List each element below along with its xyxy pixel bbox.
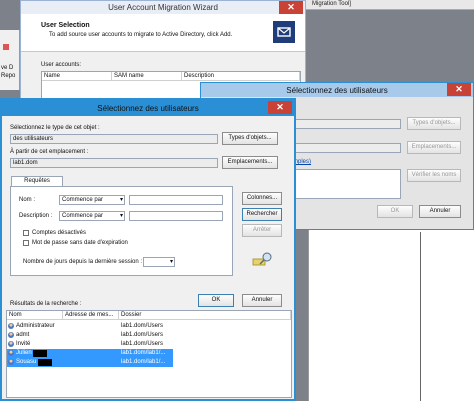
wizard-section-title: User Selection <box>41 22 90 29</box>
result-name-cell: Souasu <box>7 358 53 367</box>
result-row[interactable]: Administrateur lab1.dom/Users <box>7 322 291 331</box>
secondary-check-names-button[interactable]: Vérifier les noms <box>407 169 461 182</box>
location-label: À partir de cet emplacement : <box>10 149 89 155</box>
disabled-accounts-checkbox[interactable] <box>23 230 29 236</box>
result-name: Invité <box>16 341 31 347</box>
search-button[interactable]: Rechercher <box>242 208 282 221</box>
columns-button[interactable]: Colonnes... <box>242 192 282 205</box>
result-name-cell: admt <box>7 331 29 340</box>
result-name-cell: Invité <box>7 340 30 349</box>
result-folder: lab1.dom/Users <box>121 323 164 329</box>
close-icon: ✕ <box>287 2 295 12</box>
chevron-down-icon: ▾ <box>119 197 123 203</box>
disabled-accounts-label: Comptes désactivés <box>32 230 87 236</box>
close-icon: ✕ <box>455 84 463 94</box>
close-icon: ✕ <box>276 102 284 112</box>
background-divider-line <box>420 232 421 401</box>
user-icon <box>8 332 14 338</box>
secondary-object-type-field <box>291 119 401 129</box>
days-since-logon-label: Nombre de jours depuis la dernière sessi… <box>23 259 143 265</box>
locations-button[interactable]: Emplacements... <box>222 156 278 169</box>
select-users-dialog: Sélectionnez des utilisateurs ✕ Sélectio… <box>0 98 296 401</box>
wizard-close-button[interactable]: ✕ <box>279 1 303 14</box>
name-value-input[interactable] <box>129 195 223 205</box>
name-operator-value: Commence par <box>62 197 104 203</box>
results-list[interactable]: Nom Adresse de mes... Dossier Administra… <box>6 310 292 398</box>
result-name: Julien <box>16 350 32 356</box>
user-icon <box>8 323 14 329</box>
result-row[interactable]: admt lab1.dom/Users <box>7 331 291 340</box>
name-operator-select[interactable]: Commence par ▾ <box>59 195 125 205</box>
common-queries-tab[interactable]: Requêtes communes <box>11 176 63 193</box>
chevron-down-icon: ▾ <box>169 259 173 265</box>
column-header-sam-name[interactable]: SAM name <box>112 72 182 81</box>
cancel-button[interactable]: Annuler <box>242 294 282 307</box>
secondary-cancel-button[interactable]: Annuler <box>419 205 461 218</box>
result-name: Administrateur <box>16 323 55 329</box>
result-name-cell: Julien <box>7 349 48 358</box>
background-left-text-1: ve D <box>1 65 14 71</box>
secondary-ok-button[interactable]: OK <box>377 205 413 218</box>
secondary-location-field <box>291 143 401 153</box>
description-operator-select[interactable]: Commence par ▾ <box>59 211 125 221</box>
wizard-section-desc: To add source user accounts to migrate t… <box>49 32 233 38</box>
result-folder: lab1.dom/lab1/... <box>121 359 166 365</box>
result-name: admt <box>16 332 30 338</box>
result-row[interactable]: Invité lab1.dom/Users <box>7 340 291 349</box>
user-icon <box>8 350 14 356</box>
result-name: Souasu <box>16 359 37 365</box>
redaction-mark <box>38 359 53 366</box>
result-row[interactable]: Julien lab1.dom/lab1/... <box>7 349 173 358</box>
secondary-names-textarea[interactable] <box>291 169 401 199</box>
wizard-title: User Account Migration Wizard <box>108 3 218 12</box>
ok-button[interactable]: OK <box>198 294 234 307</box>
background-left-strip <box>0 30 20 90</box>
background-left-icon <box>3 44 9 50</box>
stop-button[interactable]: Arrêter <box>242 224 282 237</box>
user-icon <box>8 341 14 347</box>
location-field: lab1.dom <box>10 158 218 168</box>
days-since-logon-select[interactable]: ▾ <box>143 257 175 267</box>
name-label: Nom : <box>19 197 36 203</box>
result-folder: lab1.dom/lab1/... <box>121 350 166 356</box>
object-type-label: Sélectionnez le type de cet objet : <box>10 125 100 131</box>
description-operator-value: Commence par <box>62 213 104 219</box>
object-type-field: des utilisateurs <box>10 134 218 144</box>
background-left-text-2: Repo <box>1 73 16 79</box>
redaction-mark <box>33 350 48 357</box>
result-row[interactable]: Souasu lab1.dom/lab1/... <box>7 358 173 367</box>
secondary-close-button[interactable]: ✕ <box>447 83 471 96</box>
result-folder: lab1.dom/Users <box>121 341 164 347</box>
secondary-locations-button[interactable]: Emplacements... <box>407 141 461 154</box>
user-accounts-label: User accounts: <box>41 62 82 68</box>
results-label: Résultats de la recherche : <box>10 301 82 307</box>
chevron-down-icon: ▾ <box>119 213 123 219</box>
dialog-title: Sélectionnez des utilisateurs <box>97 104 199 113</box>
result-name-cell: Administrateur <box>7 322 55 331</box>
dialog-close-button[interactable]: ✕ <box>268 101 292 114</box>
nonexpiring-password-checkbox[interactable] <box>23 240 29 246</box>
common-queries-panel: Nom : Commence par ▾ Description : Commen… <box>10 186 233 276</box>
background-panel-bottom <box>308 230 474 401</box>
secondary-title: Sélectionnez des utilisateurs <box>286 86 388 95</box>
user-icon <box>8 359 14 365</box>
wizard-logo-icon <box>273 21 295 43</box>
results-column-folder[interactable]: Dossier <box>119 311 291 320</box>
background-window-title: Migration Tool] <box>312 1 351 7</box>
search-decoration-icon <box>252 252 274 268</box>
results-column-email[interactable]: Adresse de mes... <box>63 311 119 320</box>
result-folder: lab1.dom/Users <box>121 332 164 338</box>
results-column-name[interactable]: Nom <box>7 311 63 320</box>
secondary-object-types-button[interactable]: Types d'objets... <box>407 117 461 130</box>
object-types-button[interactable]: Types d'objets... <box>222 132 278 145</box>
column-header-name[interactable]: Name <box>42 72 112 81</box>
description-value-input[interactable] <box>129 211 223 221</box>
description-label: Description : <box>19 213 53 219</box>
nonexpiring-password-label: Mot de passe sans date d'expiration <box>32 240 128 246</box>
column-header-description[interactable]: Description <box>182 72 300 81</box>
